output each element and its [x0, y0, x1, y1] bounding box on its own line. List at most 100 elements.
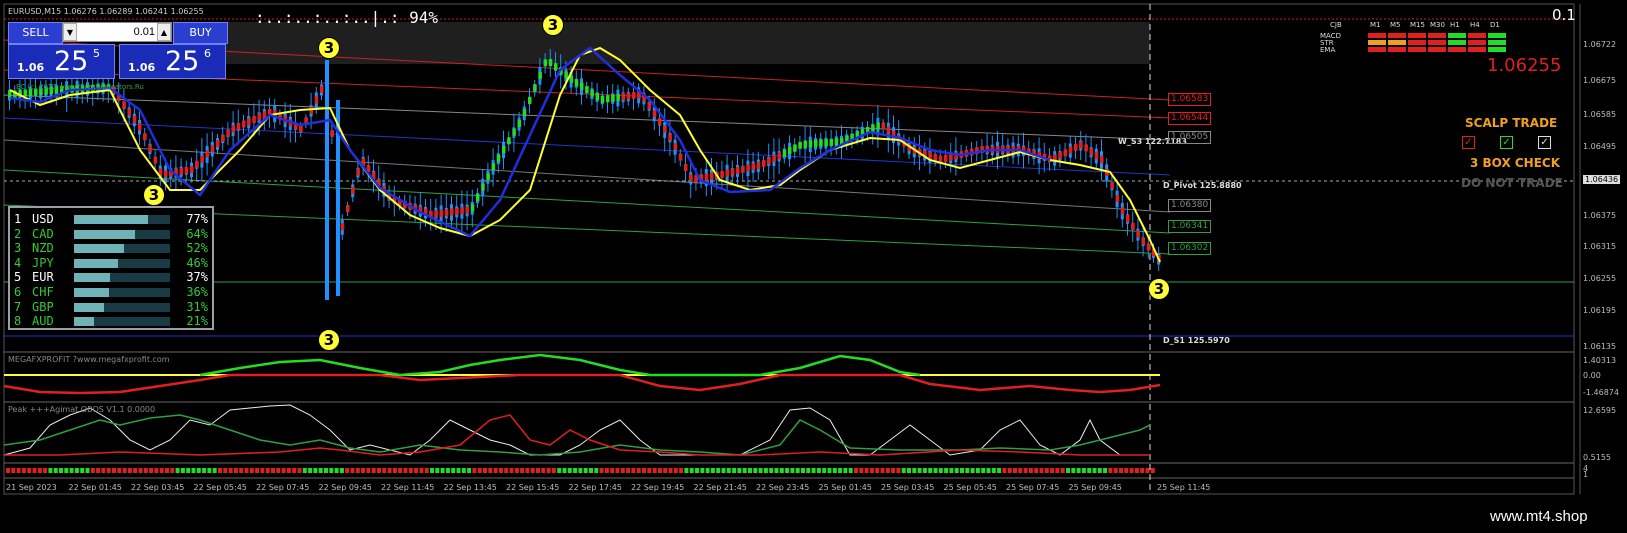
lot-size-field: ▼ ▲ [62, 22, 172, 42]
peak-white-line [3, 404, 1150, 456]
heiken-ashi-bar [143, 133, 147, 141]
time-axis-label: 22 Sep 23:45 [756, 483, 810, 492]
price-axis-label: 1.06135 [1583, 342, 1617, 351]
strength-row: 8 AUD 21% [14, 314, 210, 328]
signal-dot [1013, 468, 1017, 473]
mtf-header-cell: M30 [1430, 21, 1445, 29]
heiken-ashi-bar [138, 123, 142, 131]
time-axis-label: 25 Sep 11:45 [1157, 483, 1211, 492]
signal-dot [785, 468, 790, 473]
signal-dot [112, 468, 116, 473]
heiken-ashi-bar [673, 143, 678, 151]
time-axis-label: 22 Sep 17:45 [568, 483, 622, 492]
signal-dot [159, 468, 164, 473]
heiken-ashi-bar [465, 206, 470, 214]
heiken-ashi-bar [210, 145, 215, 153]
signal-dot [599, 468, 604, 473]
heiken-ashi-bar [179, 167, 184, 175]
signal-dot [514, 468, 519, 473]
strength-value: 37% [186, 270, 208, 285]
strength-rank: 2 [14, 226, 22, 241]
heiken-ashi-bar [725, 169, 730, 177]
lot-decrease-arrow-icon[interactable]: ▼ [63, 23, 77, 41]
indicator-axis-label: 0.00 [1583, 371, 1601, 380]
signal-dot [885, 468, 890, 473]
strength-currency: EUR [32, 270, 54, 285]
heiken-ashi-bar [876, 122, 880, 130]
signal-dot [239, 468, 244, 473]
signal-dot [975, 468, 980, 473]
heiken-ashi-bar [767, 157, 771, 165]
signal-dot [732, 468, 737, 473]
heiken-ashi-bar [226, 129, 230, 137]
signal-dot [154, 468, 159, 473]
signal-dot [37, 468, 42, 473]
peak-indicator-label: Peak +++Agimat OBOS V1.1 0.0000 [8, 405, 156, 414]
heiken-ashi-bar [793, 144, 797, 152]
signal-dot [202, 468, 207, 473]
strength-bar [74, 229, 170, 239]
signal-dot [127, 468, 132, 473]
heiken-ashi-bar [122, 101, 126, 109]
signal-dot [525, 468, 530, 473]
mtf-signal-cell [1448, 33, 1466, 38]
heiken-ashi-bar [720, 170, 724, 178]
signal-dot [753, 468, 758, 473]
heiken-ashi-bar [808, 140, 813, 148]
lot-increase-arrow-icon[interactable]: ▲ [157, 23, 171, 41]
signal-dot [530, 468, 535, 473]
signal-dot [419, 468, 424, 473]
sell-price-pip: 5 [93, 47, 100, 60]
signal-dot [1081, 468, 1086, 473]
signal-dot [361, 468, 366, 473]
signal-dot [170, 468, 175, 473]
heiken-ashi-bar [652, 110, 657, 118]
heiken-ashi-bar [834, 138, 839, 146]
sell-price-box[interactable]: 1.06 25 5 [8, 44, 115, 79]
heiken-ashi-bar [247, 118, 251, 126]
signal-dot [832, 468, 837, 473]
heiken-ashi-bar [746, 164, 750, 172]
signal-dot [1060, 468, 1065, 473]
time-axis-label: 22 Sep 05:45 [193, 483, 247, 492]
signal-dot [90, 468, 95, 473]
signal-dot [679, 468, 684, 473]
heiken-ashi-bar [1110, 182, 1114, 189]
signal-dot [721, 468, 726, 473]
signal-dot [371, 468, 376, 473]
lot-size-input[interactable] [79, 24, 155, 40]
timer-readout: :..:..:..:..|.: 94% [255, 8, 439, 27]
signal-dot [801, 468, 805, 473]
heiken-ashi-bar [554, 63, 558, 71]
mtf-signal-cell [1448, 40, 1466, 45]
signal-dot [435, 468, 440, 473]
signal-dot [748, 468, 752, 473]
strength-bar [74, 244, 170, 254]
mtf-signal-cell [1488, 47, 1506, 52]
time-axis-label: 22 Sep 07:45 [256, 483, 310, 492]
price-tag: 1.06583 [1168, 93, 1212, 106]
signal-dot [578, 468, 583, 473]
buy-price-box[interactable]: 1.06 25 6 [119, 44, 226, 79]
heiken-ashi-bar [346, 205, 350, 212]
sell-button[interactable]: SELL [8, 22, 63, 44]
signal-dot [223, 468, 228, 473]
strength-bar [74, 302, 170, 312]
strength-rank: 8 [14, 314, 22, 329]
signal-dot [758, 468, 763, 473]
heiken-ashi-bar [585, 86, 589, 94]
price-chart[interactable] [0, 0, 1627, 533]
signal-dot [191, 468, 196, 473]
heiken-ashi-bar [1141, 237, 1146, 245]
signal-dot [875, 468, 880, 473]
signal-dot [461, 468, 466, 473]
heiken-ashi-bar [1063, 149, 1068, 157]
buy-button[interactable]: BUY [173, 22, 228, 44]
signal-dot [339, 468, 344, 473]
signal-dot [827, 468, 832, 473]
heiken-ashi-bar [741, 165, 745, 173]
mtf-signal-cell [1408, 47, 1426, 52]
signal-dot [366, 468, 371, 473]
signal-dot [700, 468, 705, 473]
chart-frame [3, 3, 1575, 495]
